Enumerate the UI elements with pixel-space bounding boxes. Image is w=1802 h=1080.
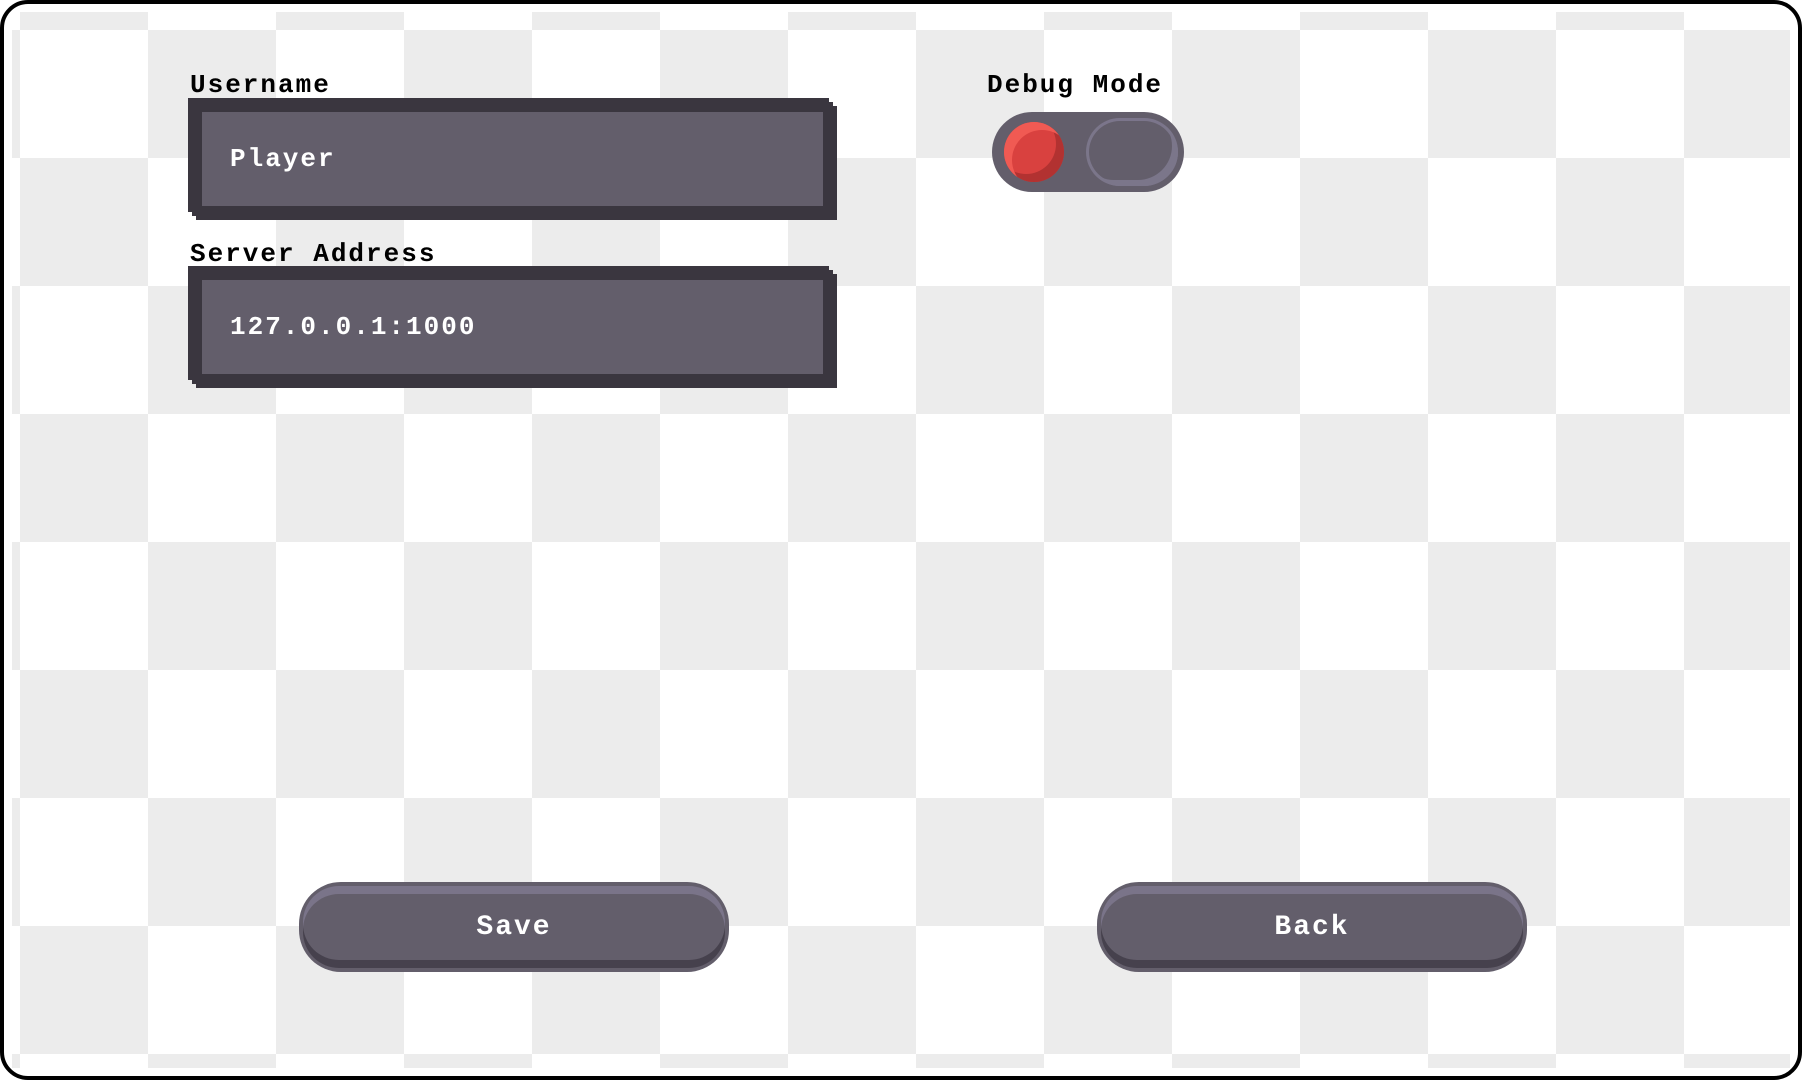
username-label: Username [190, 70, 331, 100]
server-address-input[interactable] [202, 280, 823, 374]
debug-mode-toggle[interactable] [992, 112, 1184, 192]
settings-panel: Username Server Address Debug Mode Save … [12, 12, 1790, 1068]
play-surface: Username Server Address Debug Mode Save … [12, 12, 1790, 1068]
window-frame: Username Server Address Debug Mode Save … [0, 0, 1802, 1080]
username-input[interactable] [202, 112, 823, 206]
debug-mode-label: Debug Mode [987, 70, 1163, 100]
toggle-rim [1086, 118, 1178, 186]
back-button[interactable]: Back [1097, 882, 1527, 972]
toggle-knob-icon [1004, 122, 1064, 182]
save-button[interactable]: Save [299, 882, 729, 972]
server-address-label: Server Address [190, 239, 436, 269]
